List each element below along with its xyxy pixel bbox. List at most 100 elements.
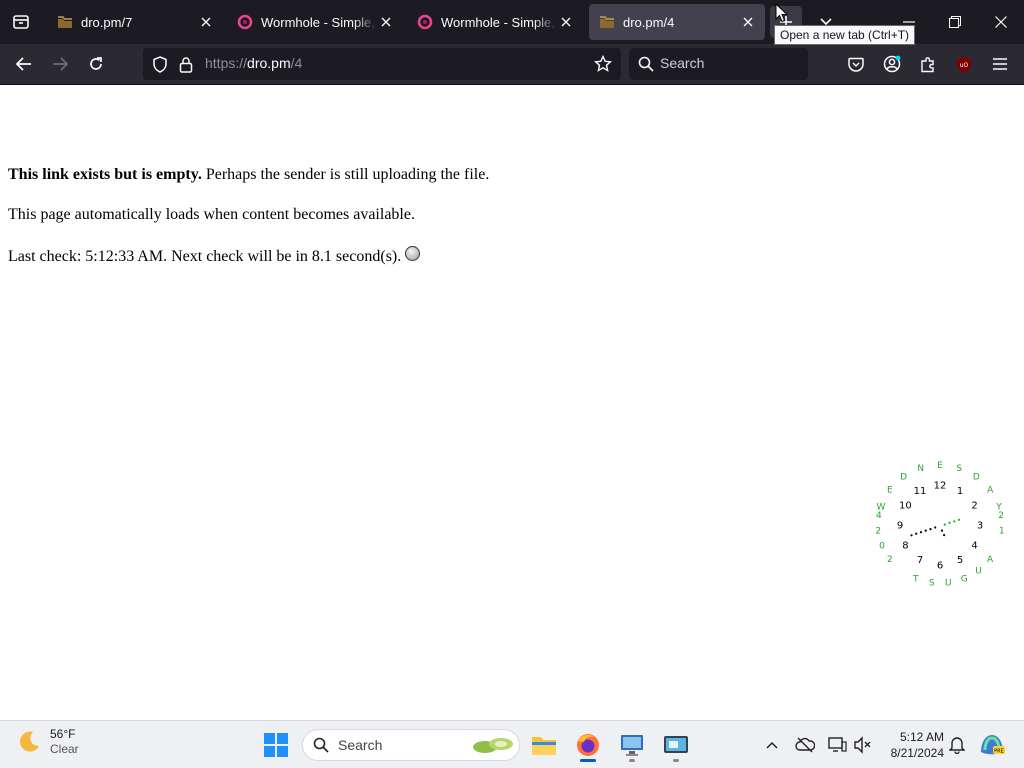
firefox-icon xyxy=(577,734,599,756)
clock-numeral: 7 xyxy=(917,555,923,566)
auto-load-message: This page automatically loads when conte… xyxy=(8,206,415,223)
clock-day-letter: E xyxy=(937,461,943,471)
taskbar-remote-desktop[interactable] xyxy=(614,727,650,763)
clock-minute-hand-dot xyxy=(929,528,932,531)
clock-date-letter: G xyxy=(961,574,968,584)
clock-datetime[interactable]: 5:12 AM 8/21/2024 xyxy=(880,729,944,761)
search-bar[interactable]: Search xyxy=(629,48,808,80)
url-scheme: https:// xyxy=(205,55,248,71)
ublock-origin-icon: uO xyxy=(957,56,971,72)
extensions-button[interactable] xyxy=(912,48,944,80)
maximize-button[interactable] xyxy=(932,0,978,44)
search-highlight-icon xyxy=(473,738,513,753)
bell-icon xyxy=(949,737,965,754)
clock-numeral: 5 xyxy=(957,555,963,566)
clock-hour-hand-dot xyxy=(943,534,946,537)
volume-tray[interactable] xyxy=(851,733,875,757)
copilot-button[interactable]: PRE xyxy=(978,731,1006,759)
clock-numeral: 10 xyxy=(899,501,912,512)
taskbar-search-placeholder: Search xyxy=(338,737,383,753)
clock-date-letter: S xyxy=(929,579,935,589)
taskbar-search[interactable]: Search xyxy=(302,729,520,761)
clock-date-letter: T xyxy=(912,574,919,584)
clock-numeral: 9 xyxy=(897,521,903,532)
open-app-indicator xyxy=(629,759,635,762)
clock-minute-hand-dot xyxy=(919,531,923,534)
chevron-up-icon xyxy=(766,741,778,749)
start-button[interactable] xyxy=(258,727,294,763)
show-hidden-icons-button[interactable] xyxy=(760,733,784,757)
account-button[interactable] xyxy=(876,48,908,80)
notifications-button[interactable] xyxy=(945,733,969,757)
taskbar-screen-app[interactable] xyxy=(658,727,694,763)
empty-link-heading: This link exists but is empty. xyxy=(8,166,202,183)
svg-text:uO: uO xyxy=(960,62,969,69)
clock-numeral: 11 xyxy=(914,486,927,497)
clock-day-letter: S xyxy=(956,464,962,474)
clock-date-letter: U xyxy=(975,566,982,576)
clock-date-letter: 4 xyxy=(876,511,882,521)
search-placeholder: Search xyxy=(660,55,705,71)
clock-date-letter: 0 xyxy=(879,542,885,552)
moon-icon xyxy=(20,731,39,752)
onedrive-tray[interactable] xyxy=(793,733,817,757)
restore-icon xyxy=(949,16,961,28)
app-menu-button[interactable] xyxy=(984,48,1016,80)
clock-numeral: 6 xyxy=(937,561,943,572)
windows-taskbar: 56°F Clear Search 5:12 AM 8/21/2024 PRE xyxy=(0,720,1024,768)
loading-spinner-icon xyxy=(405,246,421,261)
copilot-icon: PRE xyxy=(981,735,1005,755)
tab-title: Wormhole - Simple, private file sharing xyxy=(441,14,557,30)
shield-icon[interactable] xyxy=(152,56,168,73)
tab-title: dro.pm/7 xyxy=(81,14,133,30)
last-check-text: Last check: 5:12:33 AM. Next check will … xyxy=(8,248,402,265)
bookmark-star-icon[interactable] xyxy=(594,55,612,73)
navigation-toolbar: https://dro.pm/4 Search uO xyxy=(0,44,1024,85)
pocket-button[interactable] xyxy=(840,48,872,80)
tab-title: Wormhole - Simple, private file sharing xyxy=(261,14,377,30)
close-tab-icon[interactable] xyxy=(557,13,575,31)
dro-pm-favicon xyxy=(599,14,615,30)
tab-dro-pm-7[interactable]: dro.pm/7 xyxy=(47,4,223,40)
clock-date-letter: 1 xyxy=(999,526,1005,536)
ublock-origin-button[interactable]: uO xyxy=(948,48,980,80)
taskbar-file-explorer[interactable] xyxy=(526,727,562,763)
clock-day-letter: D xyxy=(973,473,980,483)
clock-numeral: 3 xyxy=(977,521,983,532)
tab-title: dro.pm/4 xyxy=(623,14,675,30)
last-check-message: Last check: 5:12:33 AM. Next check will … xyxy=(8,246,421,266)
close-tab-icon[interactable] xyxy=(197,13,215,31)
weather-widget[interactable]: 56°F Clear xyxy=(16,727,79,757)
clock-numeral: 1 xyxy=(957,486,963,497)
clock-second-hand-dot xyxy=(953,520,956,523)
clock-date-letter: 2 xyxy=(998,511,1004,521)
hamburger-menu-icon xyxy=(993,58,1007,70)
close-tab-icon[interactable] xyxy=(739,13,757,31)
clock-numeral: 4 xyxy=(971,541,977,552)
weather-temperature: 56°F xyxy=(50,727,76,741)
address-bar[interactable]: https://dro.pm/4 xyxy=(143,48,621,80)
windows-logo-icon xyxy=(264,733,288,757)
close-tab-icon[interactable] xyxy=(377,13,395,31)
back-button[interactable] xyxy=(8,48,40,80)
mouse-cursor-icon xyxy=(775,3,789,23)
network-tray[interactable] xyxy=(825,733,849,757)
speaker-muted-icon xyxy=(854,736,871,754)
url-text[interactable]: https://dro.pm/4 xyxy=(205,55,302,71)
clock-numeral: 8 xyxy=(902,541,908,552)
lock-icon[interactable] xyxy=(179,56,193,73)
forward-button[interactable] xyxy=(44,48,76,80)
taskbar-firefox[interactable] xyxy=(570,727,606,763)
reload-button[interactable] xyxy=(80,48,112,80)
firefox-view-button[interactable] xyxy=(0,0,42,44)
clock-numeral: 12 xyxy=(934,481,947,492)
clock-date-letter: A xyxy=(987,555,994,565)
clock-second-hand-dot xyxy=(948,521,951,524)
tab-wormhole-1[interactable]: Wormhole - Simple, private file sharing xyxy=(227,4,403,40)
weather-condition: Clear xyxy=(50,742,79,756)
tab-wormhole-2[interactable]: Wormhole - Simple, private file sharing xyxy=(407,4,583,40)
clock-minute-hand-dot xyxy=(910,534,913,537)
tab-dro-pm-4[interactable]: dro.pm/4 xyxy=(589,4,765,40)
network-icon xyxy=(828,737,847,752)
close-window-button[interactable] xyxy=(978,0,1024,44)
